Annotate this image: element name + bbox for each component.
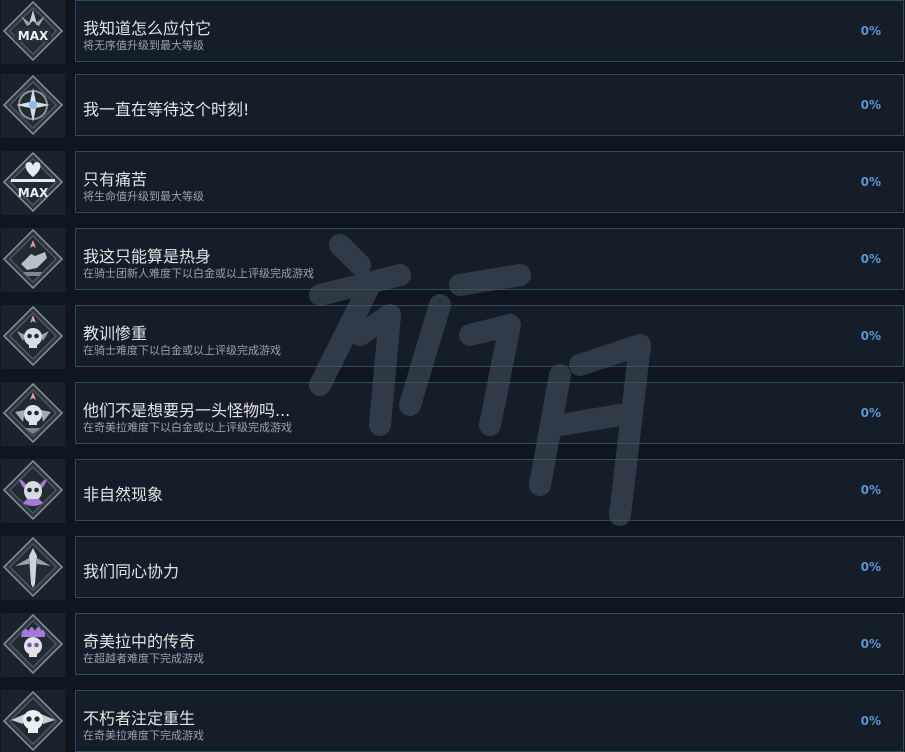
skull-sigil-icon — [1, 305, 65, 369]
achievement-panel: 他们不是想要另一头怪物吗... 在奇美拉难度下以白金或以上评级完成游戏 0% — [75, 382, 904, 444]
achievement-row[interactable]: 我们同心协力 0% — [0, 536, 905, 600]
achievement-description: 在骑士难度下以白金或以上评级完成游戏 — [83, 344, 281, 357]
achievement-row[interactable]: 教训惨重 在骑士难度下以白金或以上评级完成游戏 0% — [0, 305, 905, 369]
achievement-panel: 只有痛苦 将生命值升级到最大等级 0% — [75, 151, 904, 213]
achievement-description: 将生命值升级到最大等级 — [83, 190, 204, 203]
achievement-row[interactable]: MAX 只有痛苦 将生命值升级到最大等级 0% — [0, 151, 905, 215]
svg-text:MAX: MAX — [18, 29, 49, 43]
star-medallion-icon — [1, 74, 65, 138]
achievement-description: 在奇美拉难度下完成游戏 — [83, 729, 204, 742]
achievement-percent: 0% — [860, 560, 881, 574]
achievement-icon-frame — [0, 613, 66, 677]
achievement-percent: 0% — [860, 252, 881, 266]
achievement-icon-frame: MAX — [0, 0, 66, 64]
achievement-row[interactable]: 奇美拉中的传奇 在超越者难度下完成游戏 0% — [0, 613, 905, 677]
achievement-title: 我们同心协力 — [83, 562, 180, 581]
achievement-percent: 0% — [860, 24, 881, 38]
achievement-description: 在奇美拉难度下以白金或以上评级完成游戏 — [83, 421, 292, 434]
achievement-description: 将无序值升级到最大等级 — [83, 39, 204, 52]
achievement-icon-frame — [0, 690, 66, 752]
achievement-icon-frame — [0, 74, 66, 138]
achievement-panel: 非自然现象 0% — [75, 459, 904, 521]
achievement-icon-frame — [0, 459, 66, 523]
achievement-title: 教训惨重 — [83, 324, 148, 343]
achievement-percent: 0% — [860, 175, 881, 189]
achievement-panel: 教训惨重 在骑士难度下以白金或以上评级完成游戏 0% — [75, 305, 904, 367]
achievement-title: 不朽者注定重生 — [83, 709, 196, 728]
achievement-row[interactable]: 他们不是想要另一头怪物吗... 在奇美拉难度下以白金或以上评级完成游戏 0% — [0, 382, 905, 446]
achievement-percent: 0% — [860, 329, 881, 343]
achievement-percent: 0% — [860, 483, 881, 497]
achievement-row[interactable]: MAX 我知道怎么应付它 将无序值升级到最大等级 0% — [0, 0, 905, 64]
achievement-icon-frame — [0, 536, 66, 600]
achievement-title: 奇美拉中的传奇 — [83, 632, 196, 651]
achievement-icon-frame — [0, 228, 66, 292]
achievement-row[interactable]: 我一直在等待这个时刻! 0% — [0, 74, 905, 138]
achievement-panel: 我们同心协力 0% — [75, 536, 904, 598]
achievement-row[interactable]: 非自然现象 0% — [0, 459, 905, 523]
achievement-description: 在骑士团新人难度下以白金或以上评级完成游戏 — [83, 267, 314, 280]
winged-skull-icon — [1, 690, 65, 752]
achievement-icon-frame: MAX — [0, 151, 66, 215]
achievement-percent: 0% — [860, 98, 881, 112]
achievement-panel: 奇美拉中的传奇 在超越者难度下完成游戏 0% — [75, 613, 904, 675]
achievement-icon-frame — [0, 305, 66, 369]
purple-skull-icon — [1, 459, 65, 523]
svg-text:MAX: MAX — [18, 186, 49, 200]
achievement-percent: 0% — [860, 406, 881, 420]
skull-crest-icon — [1, 382, 65, 446]
achievement-panel: 不朽者注定重生 在奇美拉难度下完成游戏 0% — [75, 690, 904, 752]
purple-flame-skull-icon — [1, 613, 65, 677]
achievement-row[interactable]: 我这只能算是热身 在骑士团新人难度下以白金或以上评级完成游戏 0% — [0, 228, 905, 292]
achievement-percent: 0% — [860, 637, 881, 651]
achievement-title: 只有痛苦 — [83, 170, 148, 189]
achievement-list: MAX 我知道怎么应付它 将无序值升级到最大等级 0% 我一直在等待这个时刻! … — [0, 0, 905, 752]
achievement-panel: 我知道怎么应付它 将无序值升级到最大等级 0% — [75, 0, 904, 62]
achievement-percent: 0% — [860, 714, 881, 728]
achievement-title: 我这只能算是热身 — [83, 247, 212, 266]
achievement-title: 我知道怎么应付它 — [83, 19, 212, 38]
achievement-title: 他们不是想要另一头怪物吗... — [83, 401, 291, 420]
achievement-title: 我一直在等待这个时刻! — [83, 100, 250, 119]
hand-sigil-icon — [1, 228, 65, 292]
achievement-description: 在超越者难度下完成游戏 — [83, 652, 204, 665]
max-badge-heart-icon: MAX — [1, 151, 65, 215]
max-badge-spiked-icon: MAX — [1, 0, 65, 64]
achievement-icon-frame — [0, 382, 66, 446]
achievement-row[interactable]: 不朽者注定重生 在奇美拉难度下完成游戏 0% — [0, 690, 905, 752]
achievement-panel: 我这只能算是热身 在骑士团新人难度下以白金或以上评级完成游戏 0% — [75, 228, 904, 290]
achievement-title: 非自然现象 — [83, 485, 164, 504]
achievement-panel: 我一直在等待这个时刻! 0% — [75, 74, 904, 136]
sword-emblem-icon — [1, 536, 65, 600]
